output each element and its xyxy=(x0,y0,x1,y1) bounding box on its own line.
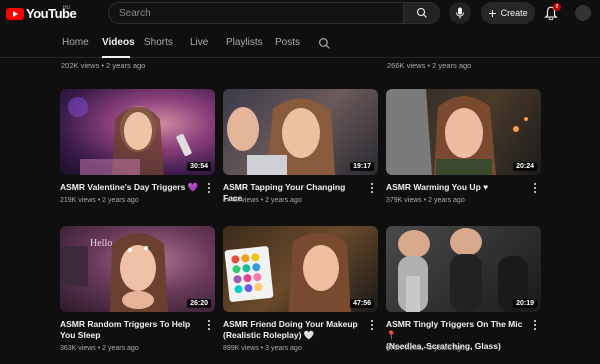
video-meta: 219K views • 2 years ago xyxy=(60,197,139,204)
search-input[interactable] xyxy=(109,3,403,23)
create-button[interactable]: + Create xyxy=(481,2,535,24)
more-options-icon[interactable] xyxy=(534,183,537,194)
create-label: Create xyxy=(500,8,528,18)
video-thumbnail[interactable]: 20:19 xyxy=(386,226,541,312)
channel-search-icon[interactable] xyxy=(318,37,331,50)
video-title[interactable]: ASMR Valentine's Day Triggers 💜 xyxy=(60,182,200,193)
youtube-logo[interactable]: YouTube HU xyxy=(6,5,77,21)
video-duration: 47:56 xyxy=(350,299,374,308)
active-tab-indicator xyxy=(102,56,130,58)
search-icon xyxy=(416,7,427,18)
video-meta: 202K views • 2 years ago xyxy=(61,61,146,70)
more-options-icon[interactable] xyxy=(371,183,374,194)
video-meta: 266K views • 2 years ago xyxy=(387,61,472,70)
video-duration: 20:19 xyxy=(513,299,537,308)
plus-icon: + xyxy=(488,4,497,21)
video-meta: 899K views • 3 years ago xyxy=(223,345,302,352)
video-meta: 379K views • 2 years ago xyxy=(386,197,465,204)
more-options-icon[interactable] xyxy=(371,320,374,331)
tab-home[interactable]: Home xyxy=(62,37,89,48)
video-meta: 363K views • 2 years ago xyxy=(60,345,139,352)
voice-search-button[interactable] xyxy=(449,2,471,24)
video-thumbnail[interactable]: Hello 26:20 xyxy=(60,226,215,312)
notification-badge: 8 xyxy=(553,3,561,11)
region-code: HU xyxy=(63,5,71,11)
video-duration: 30:54 xyxy=(187,162,211,171)
tab-live[interactable]: Live xyxy=(190,37,208,48)
tab-posts[interactable]: Posts xyxy=(275,37,300,48)
tab-playlists[interactable]: Playlists xyxy=(226,37,263,48)
video-thumbnail[interactable]: 47:56 xyxy=(223,226,378,312)
video-duration: 26:20 xyxy=(187,299,211,308)
video-duration: 19:17 xyxy=(350,162,374,171)
more-options-icon[interactable] xyxy=(534,320,537,331)
top-bar: YouTube HU + Create 8 xyxy=(0,0,600,28)
video-duration: 20:24 xyxy=(513,162,537,171)
search-button[interactable] xyxy=(403,3,439,23)
video-title[interactable]: ASMR Friend Doing Your Makeup (Realistic… xyxy=(223,319,363,341)
video-meta: 244K views • 2 years ago xyxy=(223,197,302,204)
search-bar xyxy=(108,2,440,24)
microphone-icon xyxy=(456,7,464,19)
tab-shorts[interactable]: Shorts xyxy=(144,37,173,48)
youtube-play-icon xyxy=(6,7,24,20)
video-thumbnail[interactable]: 20:24 xyxy=(386,89,541,175)
tab-videos[interactable]: Videos xyxy=(102,37,135,48)
video-title[interactable]: ASMR Random Triggers To Help You Sleep xyxy=(60,319,200,341)
more-options-icon[interactable] xyxy=(208,183,211,194)
account-avatar[interactable] xyxy=(575,5,591,21)
more-options-icon[interactable] xyxy=(208,320,211,331)
video-meta: 371K views • 3 years ago xyxy=(386,345,465,352)
channel-tabs: Home Videos Shorts Live Playlists Posts xyxy=(0,28,600,58)
video-thumbnail[interactable]: 19:17 xyxy=(223,89,378,175)
video-title[interactable]: ASMR Warming You Up ♥ xyxy=(386,182,526,193)
svg-text:Hello: Hello xyxy=(90,238,112,249)
video-thumbnail[interactable]: 30:54 xyxy=(60,89,215,175)
